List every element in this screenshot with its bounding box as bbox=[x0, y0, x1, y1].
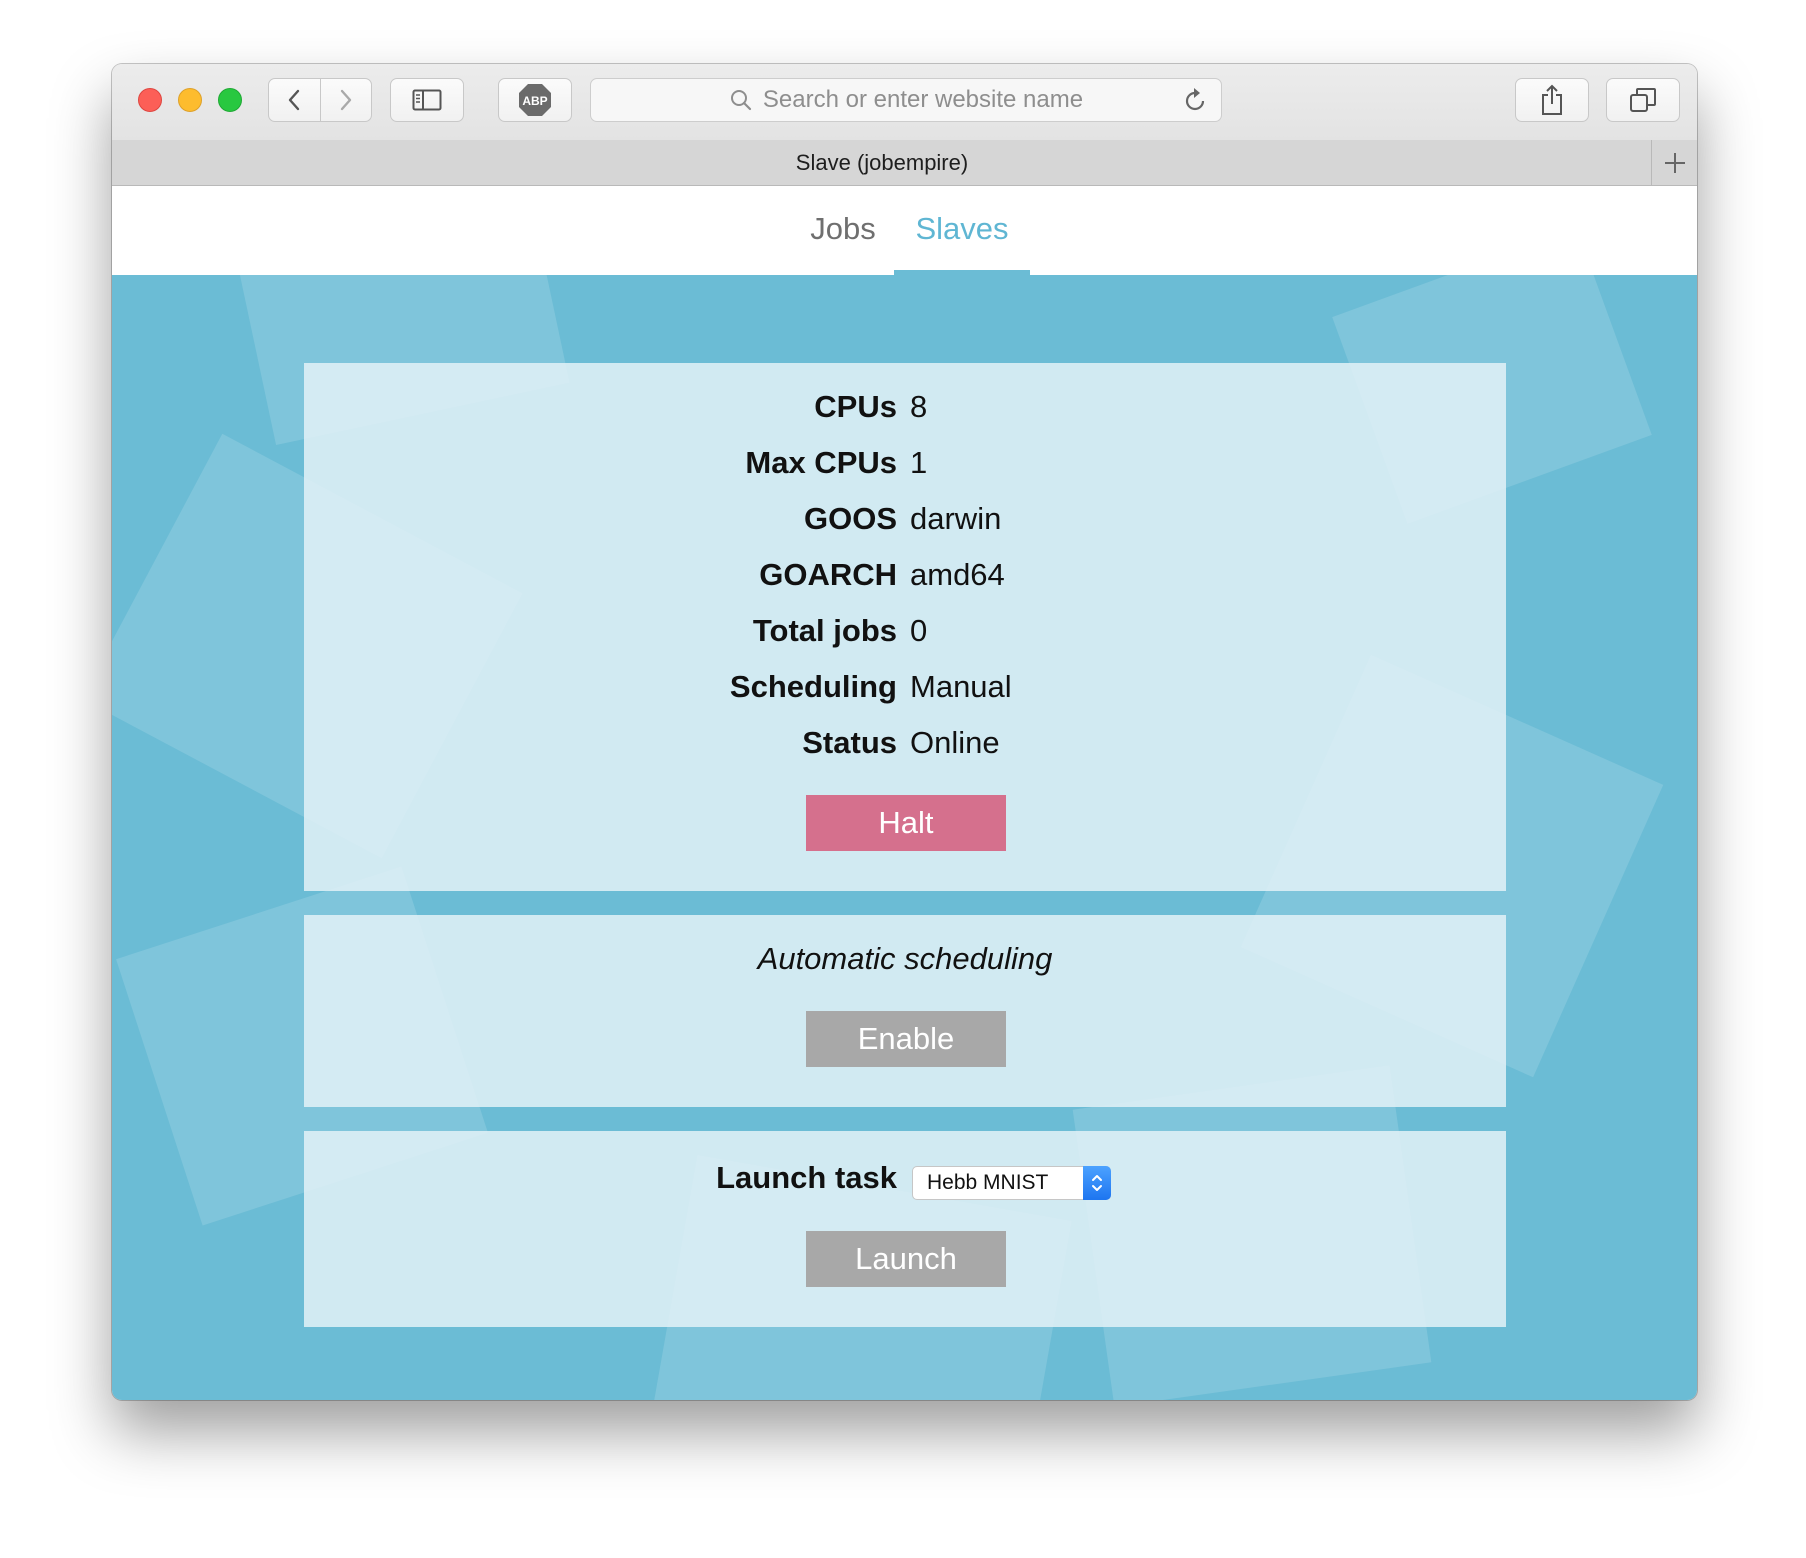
plus-icon bbox=[1664, 152, 1685, 173]
info-value: Manual bbox=[910, 669, 1012, 704]
auto-scheduling-title: Automatic scheduling bbox=[757, 941, 1053, 976]
search-icon bbox=[730, 90, 752, 111]
adblock-button[interactable]: ABP bbox=[498, 78, 572, 122]
info-row-goos: GOOS darwin bbox=[304, 499, 1506, 539]
adblock-label: ABP bbox=[522, 94, 547, 108]
show-tabs-button[interactable] bbox=[1606, 78, 1680, 122]
chevron-right-icon bbox=[340, 89, 351, 111]
task-select-value: Hebb MNIST bbox=[927, 1171, 1049, 1194]
info-value: amd64 bbox=[910, 557, 1005, 592]
info-row-total-jobs: Total jobs 0 bbox=[304, 611, 1506, 651]
back-button[interactable] bbox=[269, 79, 320, 121]
info-label: GOOS bbox=[803, 501, 897, 536]
info-label: Max CPUs bbox=[745, 445, 897, 480]
tabs-icon bbox=[1630, 88, 1656, 112]
launch-task-label: Launch task bbox=[716, 1160, 897, 1195]
adblock-icon: ABP bbox=[519, 84, 551, 116]
info-label: Status bbox=[802, 725, 897, 760]
info-label: GOARCH bbox=[759, 557, 897, 592]
new-tab-button[interactable] bbox=[1651, 140, 1697, 185]
reload-icon bbox=[1185, 88, 1205, 111]
page-content: Jobs Slaves CPUs 8 Max CPUs 1 GOOS darwi… bbox=[112, 186, 1697, 1400]
select-arrows-icon bbox=[1083, 1166, 1111, 1200]
zoom-window-button[interactable] bbox=[218, 88, 242, 112]
info-value: 1 bbox=[910, 445, 928, 480]
forward-button[interactable] bbox=[319, 79, 372, 121]
sidebar-button[interactable] bbox=[390, 78, 464, 122]
screen: ABP Search or enter website name Slave (… bbox=[0, 0, 1806, 1558]
info-label: CPUs bbox=[814, 389, 897, 424]
slave-info-card: CPUs 8 Max CPUs 1 GOOS darwin GOARCH amd… bbox=[304, 363, 1506, 891]
share-button[interactable] bbox=[1515, 78, 1589, 122]
address-placeholder: Search or enter website name bbox=[762, 86, 1084, 113]
info-value: 0 bbox=[910, 613, 928, 648]
tab-jobs[interactable]: Jobs bbox=[787, 186, 899, 275]
tab-bar: Slave (jobempire) bbox=[112, 140, 1697, 186]
info-row-status: Status Online bbox=[304, 723, 1506, 763]
auto-scheduling-card: Automatic scheduling Enable bbox=[304, 915, 1506, 1107]
task-select[interactable]: Hebb MNIST bbox=[912, 1166, 1111, 1200]
chevron-left-icon bbox=[289, 89, 300, 111]
info-value: 8 bbox=[910, 389, 928, 424]
tab-slaves[interactable]: Slaves bbox=[894, 186, 1030, 275]
close-window-button[interactable] bbox=[138, 88, 162, 112]
halt-button[interactable]: Halt bbox=[806, 795, 1006, 851]
minimize-window-button[interactable] bbox=[178, 88, 202, 112]
reload-button[interactable] bbox=[1181, 87, 1209, 120]
launch-button[interactable]: Launch bbox=[806, 1231, 1006, 1287]
enable-button[interactable]: Enable bbox=[806, 1011, 1006, 1067]
info-row-goarch: GOARCH amd64 bbox=[304, 555, 1506, 595]
info-label: Scheduling bbox=[729, 669, 897, 704]
info-label: Total jobs bbox=[752, 613, 897, 648]
info-value: Online bbox=[910, 725, 1000, 760]
browser-window: ABP Search or enter website name Slave (… bbox=[112, 64, 1697, 1400]
top-nav: Jobs Slaves bbox=[112, 186, 1697, 275]
history-nav bbox=[268, 78, 372, 122]
info-row-max-cpus: Max CPUs 1 bbox=[304, 443, 1506, 483]
share-icon bbox=[1542, 84, 1562, 115]
info-row-cpus: CPUs 8 bbox=[304, 387, 1506, 427]
info-value: darwin bbox=[910, 501, 1002, 536]
launch-task-card: Launch task Hebb MNIST Launch bbox=[304, 1131, 1506, 1327]
tab-active[interactable]: Slave (jobempire) bbox=[112, 140, 1652, 185]
address-bar[interactable]: Search or enter website name bbox=[590, 78, 1222, 122]
sidebar-icon bbox=[412, 89, 442, 111]
browser-toolbar: ABP Search or enter website name bbox=[112, 64, 1697, 141]
info-row-scheduling: Scheduling Manual bbox=[304, 667, 1506, 707]
